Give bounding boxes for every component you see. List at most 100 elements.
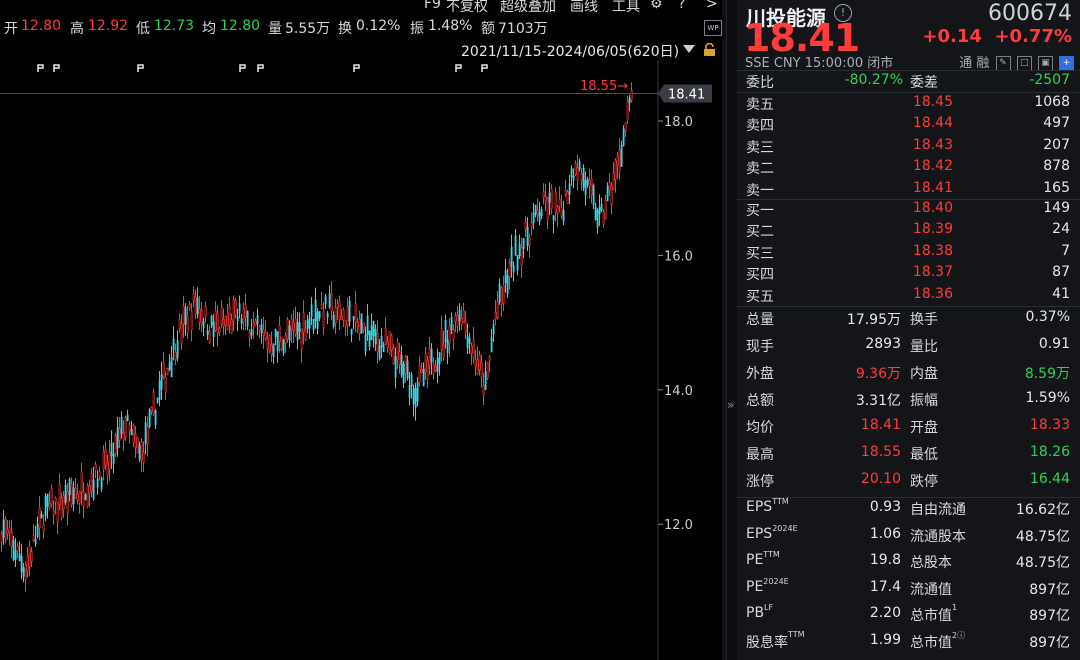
candle-body bbox=[326, 312, 329, 318]
stock-code: 600674 bbox=[988, 1, 1072, 26]
fundamental-label: 流通值 bbox=[910, 579, 952, 599]
candle-body bbox=[92, 479, 95, 499]
y-tick-label: 12.0 bbox=[664, 518, 693, 533]
candle-body bbox=[416, 382, 419, 402]
panel-tools: 通 融 ✎ □ ▣ + bbox=[959, 52, 1074, 71]
candle-body bbox=[246, 310, 249, 327]
order-book-row[interactable]: 买二 18.39 24 bbox=[737, 221, 1080, 243]
candle-body bbox=[154, 410, 157, 425]
candle-body bbox=[212, 321, 215, 338]
add-icon[interactable]: + bbox=[1059, 56, 1074, 71]
fundamental-label: 总市值1 bbox=[910, 603, 957, 625]
help-icon[interactable]: ? bbox=[678, 0, 685, 12]
order-book-row[interactable]: 卖二 18.42 878 bbox=[737, 158, 1080, 180]
candle-body bbox=[332, 314, 335, 328]
gear-icon[interactable]: ⚙ bbox=[650, 0, 663, 12]
panel-splitter[interactable] bbox=[726, 0, 737, 660]
candle-body bbox=[192, 293, 195, 302]
candle-body bbox=[236, 316, 239, 321]
fundamental-label-sup: 2024E bbox=[772, 523, 798, 533]
candle-body bbox=[574, 162, 577, 175]
candle-body bbox=[182, 305, 185, 325]
candle-body bbox=[550, 188, 553, 210]
order-book-row[interactable]: 买三 18.38 7 bbox=[737, 243, 1080, 265]
order-book-row[interactable]: 买一 18.40 149 bbox=[737, 200, 1080, 222]
candle-body bbox=[318, 310, 321, 319]
candle-body bbox=[170, 357, 173, 377]
fundamental-label-text: 流通值 bbox=[910, 581, 952, 598]
fundamental-label: 股息率TTM bbox=[746, 630, 805, 652]
candle-body bbox=[42, 524, 45, 533]
candle-body bbox=[502, 284, 505, 304]
candle-body bbox=[112, 453, 115, 465]
price-change: +0.14 +0.77% bbox=[922, 26, 1072, 47]
window-icon[interactable]: ▣ bbox=[1037, 56, 1053, 71]
wp-badge-icon[interactable]: WP bbox=[704, 20, 722, 36]
order-volume: 1068 bbox=[1034, 94, 1070, 110]
candle-body bbox=[44, 496, 47, 517]
kline-chart-pane[interactable]: F9 不复权 超级叠加 画线 工具 ⚙ ? > 开 12.80 高 12.92 … bbox=[0, 0, 722, 660]
order-book-row[interactable]: 卖四 18.44 497 bbox=[737, 115, 1080, 137]
order-volume: 207 bbox=[1043, 136, 1070, 153]
fundamental-row: PE2024E 17.4 流通值 897亿 bbox=[737, 577, 1080, 605]
candle-body bbox=[130, 429, 133, 436]
stat-value: 1.59% bbox=[1025, 390, 1070, 406]
candle-body bbox=[222, 318, 225, 327]
candle-body bbox=[284, 335, 287, 344]
pencil-icon[interactable]: ✎ bbox=[995, 56, 1011, 71]
more-arrow-icon[interactable]: > bbox=[706, 0, 718, 12]
fundamental-value: 897亿 bbox=[1029, 634, 1070, 651]
candle-body bbox=[364, 334, 367, 352]
order-book-row[interactable]: 卖五 18.45 1068 bbox=[737, 94, 1080, 116]
margin-trading-label[interactable]: 通 融 bbox=[959, 56, 989, 71]
stat-value: 17.95万 bbox=[846, 312, 901, 328]
candle-body bbox=[34, 538, 37, 545]
f9-button[interactable]: F9 bbox=[424, 0, 441, 12]
lock-icon[interactable] bbox=[703, 43, 716, 56]
order-book-row[interactable]: 买四 18.37 87 bbox=[737, 264, 1080, 286]
candle-body bbox=[628, 97, 631, 104]
order-book-row[interactable]: 买五 18.36 41 bbox=[737, 286, 1080, 308]
market-status: SSE CNY 15:00:00 闭市 bbox=[745, 56, 894, 71]
candle-body bbox=[514, 235, 517, 256]
candle-body bbox=[434, 365, 437, 372]
candle-body bbox=[86, 484, 89, 507]
candle-body bbox=[302, 312, 305, 333]
stat-value: 18.26 bbox=[1029, 444, 1070, 460]
candle-body bbox=[0, 533, 3, 543]
candle-body bbox=[500, 287, 503, 305]
candle-body bbox=[510, 246, 513, 267]
collapse-panel-icon[interactable]: » bbox=[727, 398, 734, 412]
candle-body bbox=[586, 178, 589, 185]
candle-body bbox=[116, 427, 119, 449]
candle-body bbox=[518, 243, 521, 257]
date-range-label[interactable]: 2021/11/15-2024/06/05(620日) bbox=[461, 41, 679, 61]
candle-body bbox=[204, 305, 207, 318]
candle-body bbox=[576, 166, 579, 181]
candle-body bbox=[164, 376, 167, 393]
avg-label: 均 bbox=[202, 21, 216, 37]
candlestick-chart[interactable]: 18.0 16.0 14.0 12.0 18.41 18.55→ bbox=[0, 60, 722, 660]
fundamental-label: 总股本 bbox=[910, 552, 952, 572]
candle-body bbox=[138, 444, 141, 460]
candle-body bbox=[272, 343, 275, 357]
range-dropdown-icon[interactable] bbox=[683, 45, 695, 53]
square-icon[interactable]: □ bbox=[1016, 56, 1032, 71]
candle-body bbox=[122, 431, 125, 441]
candle-body bbox=[382, 344, 385, 352]
event-flag-icon bbox=[239, 64, 246, 72]
candle-body bbox=[394, 356, 397, 378]
fundamental-label: EPS2024E bbox=[746, 523, 798, 542]
quote-panel: 川投能源 ! 600674 18.41 +0.14 +0.77% SSE CNY… bbox=[737, 0, 1080, 660]
candle-body bbox=[146, 425, 149, 445]
candle-body bbox=[98, 471, 101, 477]
candle-body bbox=[94, 464, 97, 471]
stat-label: 量比 bbox=[910, 339, 938, 355]
amplitude-label: 振 bbox=[410, 21, 424, 37]
stats-row: 均价 18.41 开盘 18.33 bbox=[737, 417, 1080, 443]
order-level-label: 买一 bbox=[746, 203, 774, 219]
order-book-row[interactable]: 卖三 18.43 207 bbox=[737, 137, 1080, 159]
event-flag-icon bbox=[353, 64, 360, 72]
candle-body bbox=[140, 441, 143, 461]
candle-body bbox=[228, 306, 231, 326]
